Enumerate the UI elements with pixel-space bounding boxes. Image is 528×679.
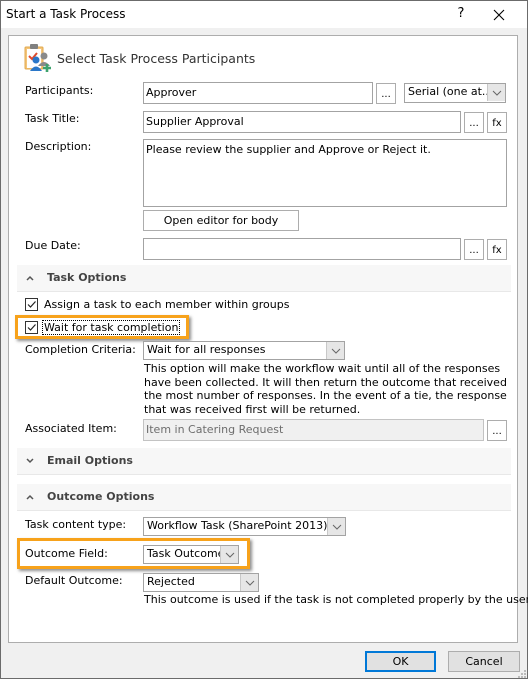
task-options-title: Task Options <box>47 271 127 284</box>
close-button[interactable] <box>484 3 514 25</box>
task-options-section[interactable]: Task Options <box>17 265 511 292</box>
email-options-section[interactable]: Email Options <box>17 448 511 475</box>
due-date-fx-button[interactable]: fx <box>487 239 507 260</box>
wait-for-completion-checkbox[interactable] <box>25 321 38 334</box>
completion-criteria-value: Wait for all responses <box>147 343 266 356</box>
associated-item-input[interactable]: Item in Catering Request <box>143 419 484 441</box>
chevron-down-icon <box>327 518 345 535</box>
chevron-down-icon <box>25 456 35 466</box>
default-outcome-select[interactable]: Rejected <box>143 573 259 592</box>
task-title-input[interactable]: Supplier Approval <box>143 111 461 133</box>
participants-mode-value: Serial (one at... <box>408 85 493 98</box>
ok-button[interactable]: OK <box>365 651 436 672</box>
completion-criteria-help: This option will make the workflow wait … <box>144 362 507 416</box>
chevron-down-icon <box>487 84 505 101</box>
task-title-fx-button[interactable]: fx <box>487 112 507 133</box>
wait-for-completion-label: Wait for task completion <box>42 320 181 335</box>
outcome-options-title: Outcome Options <box>47 490 155 503</box>
window-title: Start a Task Process <box>6 7 126 21</box>
due-date-browse-button[interactable]: ... <box>464 239 484 260</box>
participants-browse-button[interactable]: ... <box>376 83 396 104</box>
associated-item-browse-button[interactable]: ... <box>487 420 507 441</box>
chevron-up-icon <box>25 273 35 283</box>
completion-criteria-select[interactable]: Wait for all responses <box>143 341 345 360</box>
chevron-down-icon <box>220 546 238 563</box>
task-content-type-select[interactable]: Workflow Task (SharePoint 2013) <box>143 517 346 536</box>
title-bar: Start a Task Process ? <box>1 1 527 28</box>
chevron-down-icon <box>326 342 344 359</box>
help-button[interactable]: ? <box>449 3 473 25</box>
due-date-label: Due Date: <box>25 239 81 252</box>
checkmark-icon <box>27 301 36 308</box>
assign-each-member-checkbox[interactable] <box>25 298 38 311</box>
outcome-field-label: Outcome Field: <box>25 547 108 560</box>
resize-grip-icon[interactable] <box>518 669 527 678</box>
completion-criteria-label: Completion Criteria: <box>25 343 136 356</box>
outcome-options-section[interactable]: Outcome Options <box>17 484 511 511</box>
open-editor-button[interactable]: Open editor for body <box>143 210 299 231</box>
dialog-window: Start a Task Process ? Select Task Proce… <box>0 0 528 679</box>
outcome-field-value: Task Outcome <box>147 547 225 560</box>
participants-mode-select[interactable]: Serial (one at... <box>404 83 506 103</box>
due-date-input[interactable] <box>143 238 461 260</box>
chevron-down-icon <box>240 574 258 591</box>
task-title-label: Task Title: <box>25 112 80 125</box>
task-content-type-label: Task content type: <box>25 518 127 531</box>
close-icon <box>493 9 505 21</box>
task-title-browse-button[interactable]: ... <box>464 112 484 133</box>
content-panel: Select Task Process Participants Partici… <box>8 35 528 643</box>
task-content-type-value: Workflow Task (SharePoint 2013) <box>147 519 328 532</box>
default-outcome-label: Default Outcome: <box>25 574 123 587</box>
participants-label: Participants: <box>25 84 94 97</box>
description-label: Description: <box>25 140 92 153</box>
associated-item-label: Associated Item: <box>25 422 117 435</box>
default-outcome-value: Rejected <box>147 575 195 588</box>
default-outcome-help: This outcome is used if the task is not … <box>144 593 528 606</box>
assign-each-member-label: Assign a task to each member within grou… <box>44 298 290 311</box>
chevron-up-icon <box>25 492 35 502</box>
cancel-button[interactable]: Cancel <box>448 651 520 672</box>
checkmark-icon <box>27 324 36 331</box>
email-options-title: Email Options <box>47 454 133 467</box>
section-header-title: Select Task Process Participants <box>57 51 256 66</box>
description-textarea[interactable]: Please review the supplier and Approve o… <box>143 139 507 207</box>
participants-input[interactable]: Approver <box>143 82 373 104</box>
task-participants-icon <box>23 43 53 73</box>
outcome-field-select[interactable]: Task Outcome <box>143 545 239 564</box>
